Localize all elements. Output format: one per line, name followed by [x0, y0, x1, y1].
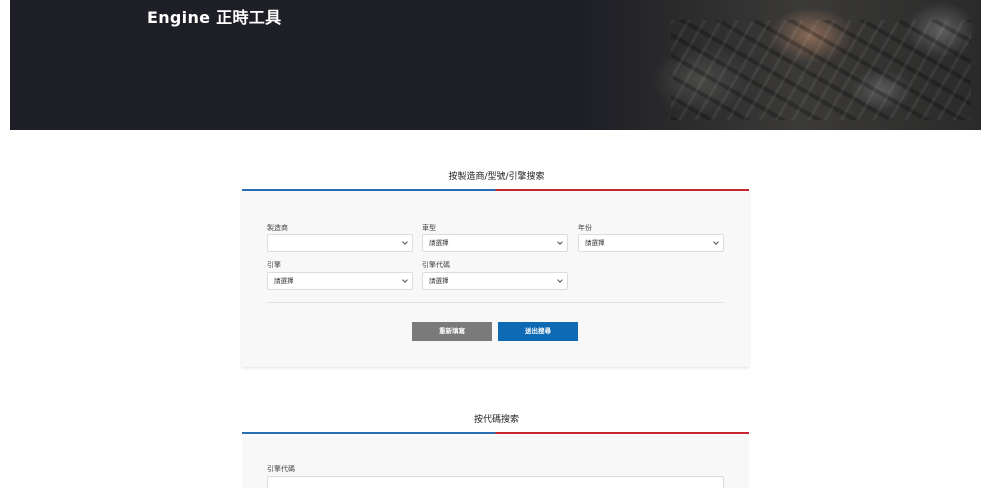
engine-photo [581, 0, 981, 130]
year-label: 年份 [578, 224, 592, 232]
code-search-divider [242, 432, 749, 434]
form-divider [267, 302, 724, 303]
engine-code-label: 引擎代碼 [422, 261, 450, 269]
model-value: 請選擇 [429, 239, 449, 247]
engine-code-select[interactable]: 請選擇 [422, 272, 568, 290]
hero-banner: Engine 正時工具 [10, 0, 981, 130]
model-search-card: 製造商 車型 請選擇 年份 請選擇 引擎 請選擇 引擎代碼 請選擇 重新填寫 送… [242, 192, 749, 367]
engine-code-value: 請選擇 [429, 277, 449, 285]
engine-value: 請選擇 [274, 277, 294, 285]
code-search-card: 引擎代碼 [242, 435, 749, 488]
engine-label: 引擎 [267, 261, 281, 269]
reset-button[interactable]: 重新填寫 [412, 322, 492, 341]
submit-search-button[interactable]: 送出搜尋 [498, 322, 578, 341]
chevron-down-icon [402, 277, 408, 283]
engine-code-search-label: 引擎代碼 [267, 465, 295, 473]
model-label: 車型 [422, 224, 436, 232]
model-select[interactable]: 請選擇 [422, 234, 568, 252]
model-search-heading: 按製造商/型號/引擎搜索 [448, 172, 545, 182]
manufacturer-select[interactable] [267, 234, 413, 252]
chevron-down-icon [557, 277, 563, 283]
year-value: 請選擇 [585, 239, 605, 247]
engine-select[interactable]: 請選擇 [267, 272, 413, 290]
code-search-heading: 按代碼搜索 [473, 415, 519, 425]
chevron-down-icon [557, 239, 563, 245]
year-select[interactable]: 請選擇 [578, 234, 724, 252]
chevron-down-icon [402, 239, 408, 245]
page-title: Engine 正時工具 [147, 8, 282, 27]
manufacturer-label: 製造商 [267, 224, 288, 232]
model-search-divider [242, 189, 749, 191]
engine-code-input[interactable] [267, 476, 724, 488]
chevron-down-icon [713, 239, 719, 245]
